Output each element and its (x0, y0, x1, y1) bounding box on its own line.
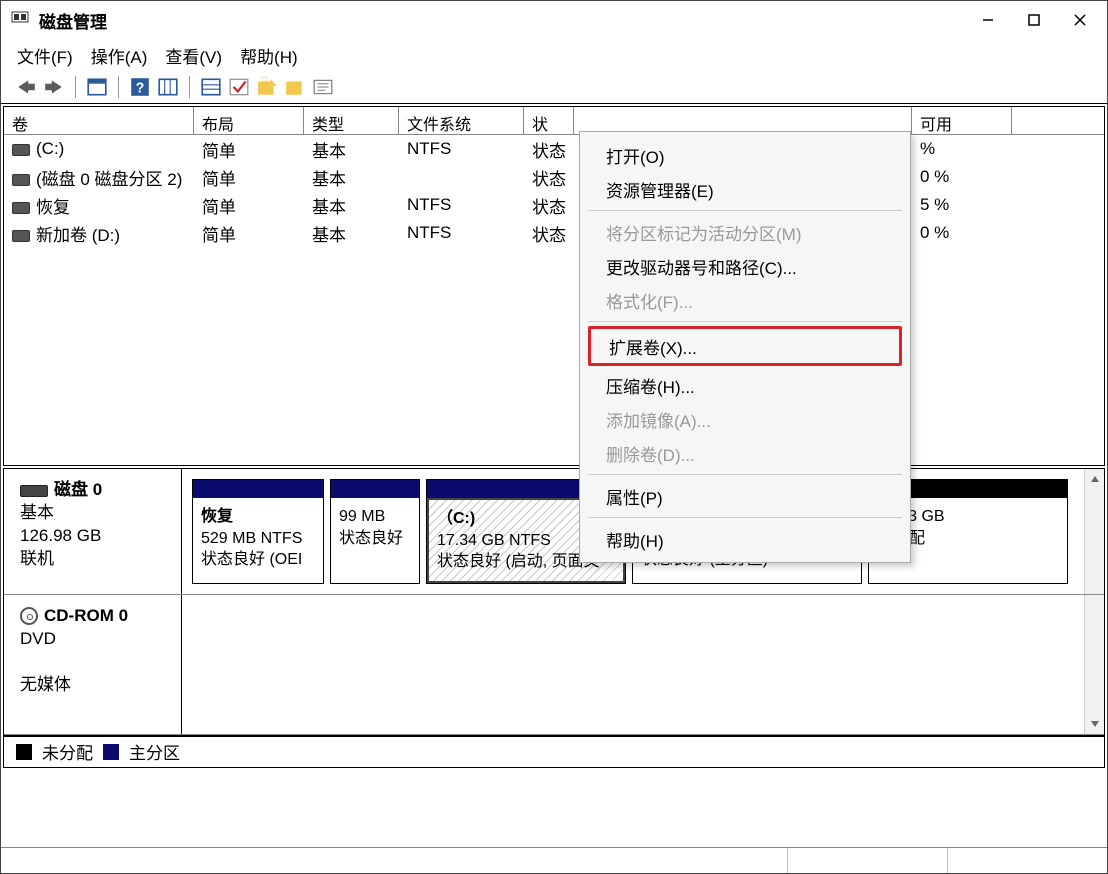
app-icon (11, 9, 29, 31)
disk-management-window: 磁盘管理 文件(F) 操作(A) 查看(V) 帮助(H) ? 卷 (0, 0, 1108, 874)
cdrom-info: CD-ROM 0 DVD 无媒体 (4, 595, 182, 734)
col-fs[interactable]: 文件系统 (399, 107, 524, 134)
menu-bar: 文件(F) 操作(A) 查看(V) 帮助(H) (1, 39, 1107, 71)
disk-0-name: 磁盘 0 (54, 480, 102, 499)
volume-icon (12, 144, 30, 156)
refresh-icon[interactable] (86, 76, 108, 98)
cdrom-row: CD-ROM 0 DVD 无媒体 (4, 595, 1104, 735)
col-layout[interactable]: 布局 (194, 107, 304, 134)
ctx-separator (588, 210, 902, 211)
legend-unallocated: 未分配 (42, 739, 93, 764)
volume-icon (12, 202, 30, 214)
new-icon[interactable] (256, 76, 278, 98)
disk-0-type: 基本 (20, 502, 165, 525)
disk-icon (20, 485, 48, 497)
ctx-separator (588, 321, 902, 322)
ctx-explorer[interactable]: 资源管理器(E) (580, 172, 910, 206)
back-icon[interactable] (15, 76, 37, 98)
partition[interactable]: 恢复529 MB NTFS状态良好 (OEI (192, 479, 324, 584)
ctx-format: 格式化(F)... (580, 283, 910, 317)
cdrom-name: CD-ROM 0 (44, 606, 128, 625)
table-row[interactable]: (磁盘 0 磁盘分区 2)简单基本状态0 % (4, 163, 1104, 191)
title-bar: 磁盘管理 (1, 1, 1107, 39)
table-header: 卷 布局 类型 文件系统 状 可用 (4, 107, 1104, 135)
separator (75, 76, 76, 98)
partition-body: 恢复529 MB NTFS状态良好 (OEI (193, 498, 323, 583)
menu-view[interactable]: 查看(V) (165, 43, 222, 68)
disk-0-status: 联机 (20, 548, 165, 571)
ctx-separator (588, 474, 902, 475)
content-area: 卷 布局 类型 文件系统 状 可用 (C:)简单基本NTFS状态%(磁盘 0 磁… (1, 103, 1107, 847)
legend-swatch-primary (103, 744, 119, 760)
ctx-delete-volume: 删除卷(D)... (580, 436, 910, 470)
table-body: (C:)简单基本NTFS状态%(磁盘 0 磁盘分区 2)简单基本状态0 %恢复简… (4, 135, 1104, 465)
status-bar (1, 847, 1107, 873)
separator (189, 76, 190, 98)
scroll-up-icon[interactable] (1084, 469, 1104, 594)
menu-action[interactable]: 操作(A) (91, 43, 148, 68)
close-button[interactable] (1057, 4, 1103, 36)
disk-0-info: 磁盘 0 基本 126.98 GB 联机 (4, 469, 182, 594)
context-menu: 打开(O) 资源管理器(E) 将分区标记为活动分区(M) 更改驱动器号和路径(C… (579, 131, 911, 563)
legend-swatch-unallocated (16, 744, 32, 760)
scroll-down-icon[interactable] (1084, 595, 1104, 734)
window-controls (965, 4, 1103, 36)
ctx-properties[interactable]: 属性(P) (580, 479, 910, 513)
folder-icon[interactable] (284, 76, 306, 98)
check-icon[interactable] (228, 76, 250, 98)
partition[interactable]: 99 MB状态良好 (330, 479, 420, 584)
table-row[interactable]: 新加卷 (D:)简单基本NTFS状态0 % (4, 219, 1104, 247)
partition-bar (193, 480, 323, 498)
col-type[interactable]: 类型 (304, 107, 399, 134)
cdrom-empty (182, 595, 1084, 734)
col-volume[interactable]: 卷 (4, 107, 194, 134)
cdrom-type: DVD (20, 628, 165, 651)
ctx-mark-active: 将分区标记为活动分区(M) (580, 215, 910, 249)
ctx-separator (588, 517, 902, 518)
ctx-extend-volume[interactable]: 扩展卷(X)... (588, 326, 902, 366)
settings-icon[interactable] (312, 76, 334, 98)
ctx-add-mirror: 添加镜像(A)... (580, 402, 910, 436)
minimize-button[interactable] (965, 4, 1011, 36)
volume-table: 卷 布局 类型 文件系统 状 可用 (C:)简单基本NTFS状态%(磁盘 0 磁… (3, 106, 1105, 466)
ctx-change-letter[interactable]: 更改驱动器号和路径(C)... (580, 249, 910, 283)
table-row[interactable]: 恢复简单基本NTFS状态5 % (4, 191, 1104, 219)
volume-icon (12, 174, 30, 186)
help-icon[interactable]: ? (129, 76, 151, 98)
forward-icon[interactable] (43, 76, 65, 98)
window-title: 磁盘管理 (39, 8, 107, 33)
legend-primary: 主分区 (129, 739, 180, 764)
col-status[interactable]: 状 (524, 107, 574, 134)
volume-icon (12, 230, 30, 242)
ctx-open[interactable]: 打开(O) (580, 138, 910, 172)
cdrom-status: 无媒体 (20, 674, 165, 697)
svg-text:?: ? (136, 81, 145, 97)
partition-body: 99 MB状态良好 (331, 498, 419, 583)
partition-bar (331, 480, 419, 498)
columns-icon[interactable] (157, 76, 179, 98)
list-icon[interactable] (200, 76, 222, 98)
disk-0-row: 磁盘 0 基本 126.98 GB 联机 恢复529 MB NTFS状态良好 (… (4, 469, 1104, 595)
menu-help[interactable]: 帮助(H) (240, 43, 298, 68)
table-row[interactable]: (C:)简单基本NTFS状态% (4, 135, 1104, 163)
col-free[interactable]: 可用 (912, 107, 1012, 134)
ctx-help[interactable]: 帮助(H) (580, 522, 910, 556)
cd-icon (20, 607, 38, 625)
disk-0-size: 126.98 GB (20, 525, 165, 548)
col-cap[interactable] (574, 107, 912, 134)
menu-file[interactable]: 文件(F) (17, 43, 73, 68)
separator (118, 76, 119, 98)
graphical-pane: 磁盘 0 基本 126.98 GB 联机 恢复529 MB NTFS状态良好 (… (3, 468, 1105, 736)
maximize-button[interactable] (1011, 4, 1057, 36)
ctx-shrink-volume[interactable]: 压缩卷(H)... (580, 368, 910, 402)
toolbar: ? (1, 71, 1107, 103)
legend: 未分配 主分区 (3, 736, 1105, 768)
